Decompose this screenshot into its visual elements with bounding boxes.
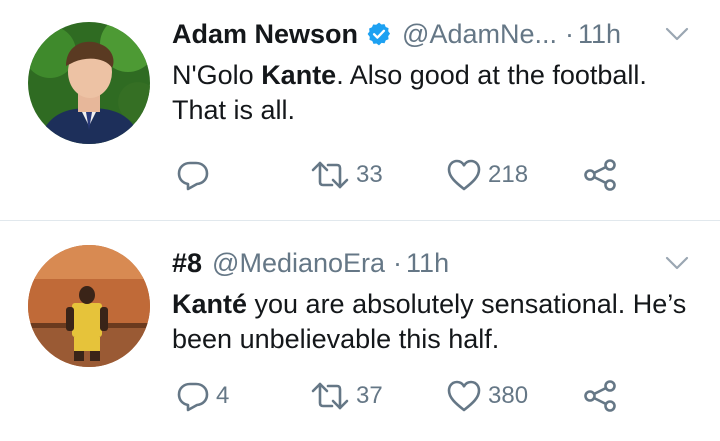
reply-button[interactable]	[176, 158, 216, 192]
like-count: 218	[488, 161, 529, 188]
tweet-text-bold: Kanté	[172, 289, 248, 319]
avatar-photo	[28, 245, 150, 367]
timestamp[interactable]: 11h	[406, 248, 449, 279]
avatar[interactable]	[28, 22, 150, 144]
share-button[interactable]	[582, 158, 618, 192]
tweet-actions: 33 218	[172, 155, 642, 195]
author-name[interactable]: Adam Newson	[172, 19, 358, 50]
retweet-count: 37	[356, 382, 383, 409]
separator-dot: ·	[565, 18, 575, 49]
tweet[interactable]: #8 @MedianoEra · 11h Kanté you are absol…	[0, 220, 720, 440]
reply-icon	[177, 382, 209, 412]
tweet-text: Kanté you are absolutely sensational. He…	[172, 287, 694, 357]
chevron-down-icon[interactable]	[664, 24, 690, 44]
tweet[interactable]: Adam Newson @AdamNe... · 11h N'Golo Kant…	[0, 0, 720, 220]
tweet-text-part: you are absolutely sensational. He’s bee…	[172, 289, 687, 354]
chevron-down-icon[interactable]	[664, 253, 690, 273]
retweet-icon	[311, 161, 349, 189]
retweet-button[interactable]: 37	[310, 379, 383, 413]
avatar[interactable]	[28, 245, 150, 367]
share-button[interactable]	[582, 379, 618, 413]
author-name[interactable]: #8	[172, 248, 202, 279]
tweet-text: N'Golo Kante. Also good at the football.…	[172, 58, 694, 128]
avatar-photo	[28, 22, 150, 144]
author-handle[interactable]: @MedianoEra	[212, 248, 385, 279]
retweet-button[interactable]: 33	[310, 158, 383, 192]
share-icon	[584, 159, 616, 191]
like-count: 380	[488, 382, 529, 409]
heart-icon	[447, 380, 481, 412]
reply-button[interactable]: 4	[176, 379, 229, 413]
reply-count: 4	[216, 382, 230, 409]
verified-badge-icon	[366, 21, 392, 47]
tweet-actions: 4 37 380	[172, 376, 642, 416]
like-button[interactable]: 218	[446, 158, 528, 192]
like-button[interactable]: 380	[446, 379, 528, 413]
separator-dot: ·	[393, 247, 403, 278]
heart-icon	[447, 159, 481, 191]
tweet-text-bold: Kante	[261, 60, 337, 90]
share-icon	[584, 380, 616, 412]
author-handle[interactable]: @AdamNe...	[402, 19, 557, 50]
retweet-icon	[311, 382, 349, 410]
retweet-count: 33	[356, 161, 383, 188]
tweet-text-part: N'Golo	[172, 60, 262, 90]
reply-icon	[177, 161, 209, 191]
timestamp[interactable]: 11h	[578, 19, 621, 50]
